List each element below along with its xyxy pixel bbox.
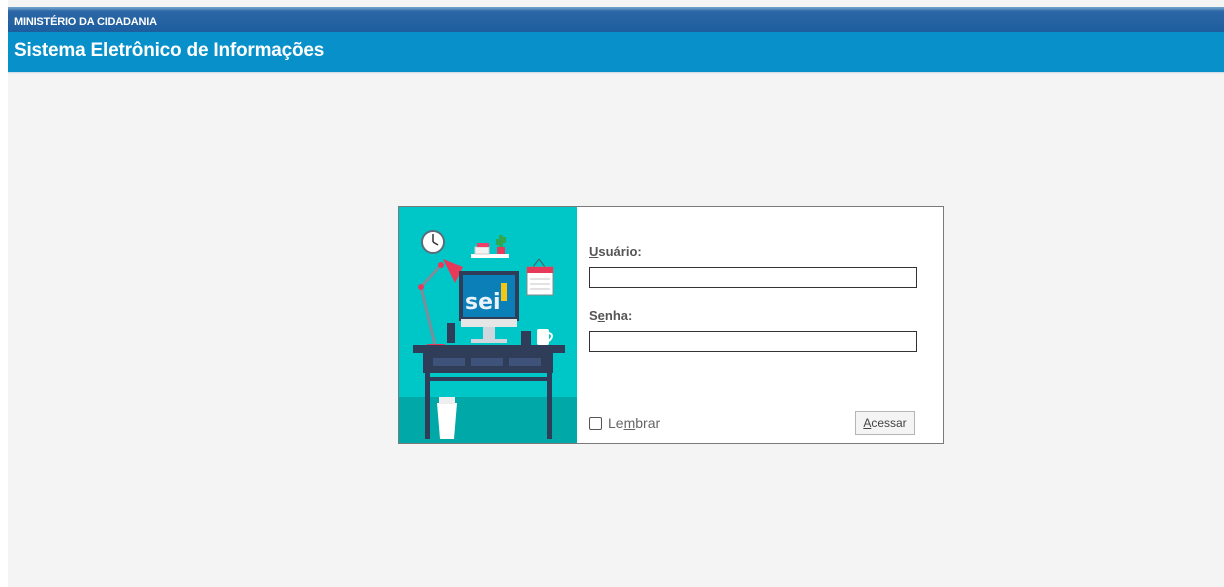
login-panel: sei Usuário: Senha: Lembrar A cessar xyxy=(398,206,944,444)
password-input[interactable] xyxy=(589,331,917,352)
desk-illustration: sei xyxy=(399,207,577,443)
trash-bin-icon xyxy=(437,397,457,439)
username-input[interactable] xyxy=(589,267,917,288)
password-label: Senha: xyxy=(589,308,633,323)
ministry-name: MINISTÉRIO DA CIDADANIA xyxy=(14,16,157,28)
page-background: MINISTÉRIO DA CIDADANIA Sistema Eletrôni… xyxy=(8,0,1224,587)
phone-icon xyxy=(447,323,455,343)
remember-label[interactable]: Lembrar xyxy=(608,415,660,431)
mug-icon xyxy=(537,329,549,345)
remember-checkbox[interactable] xyxy=(589,416,602,430)
ministry-bar: MINISTÉRIO DA CIDADANIA xyxy=(8,7,1224,32)
header-divider xyxy=(8,72,1224,74)
svg-text:sei: sei xyxy=(465,290,501,315)
system-title[interactable]: Sistema Eletrônico de Informações xyxy=(14,40,324,62)
login-button[interactable]: Acessar xyxy=(855,411,915,435)
pencil-cup-icon xyxy=(521,331,531,345)
system-title-bar: Sistema Eletrônico de Informações xyxy=(8,32,1224,72)
username-label: Usuário: xyxy=(589,244,642,259)
remember-option[interactable]: Lembrar xyxy=(589,415,660,431)
clock-icon xyxy=(421,230,445,254)
